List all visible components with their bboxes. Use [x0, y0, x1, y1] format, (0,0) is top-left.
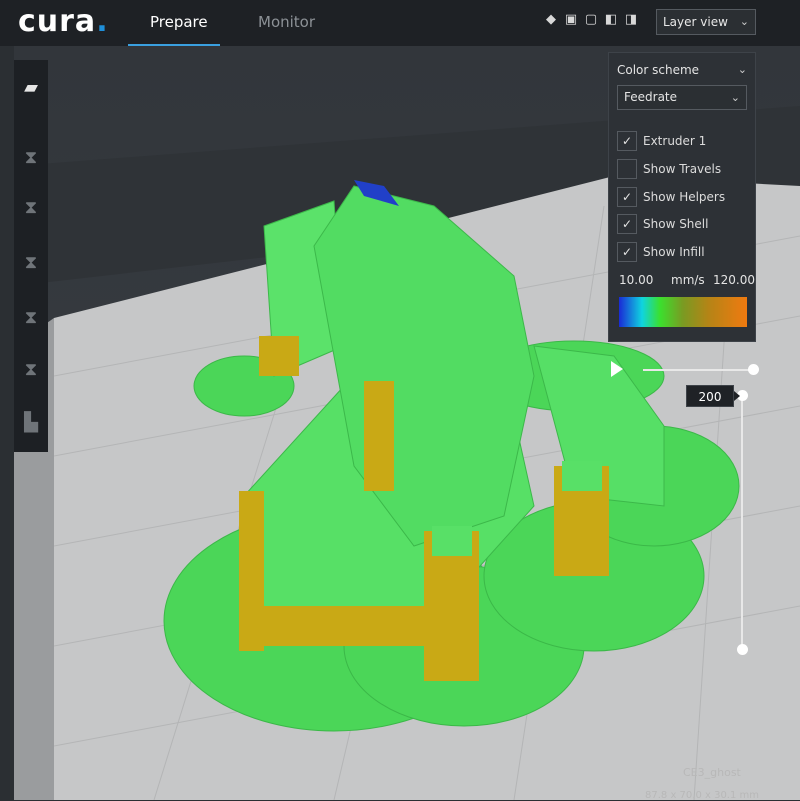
tab-prepare[interactable]: Prepare — [150, 13, 208, 31]
support-blocker-icon[interactable]: ▙ — [14, 405, 48, 439]
checkbox[interactable]: ✓ — [617, 214, 637, 234]
path-slider-handle[interactable] — [748, 364, 759, 375]
camera-view-buttons: ◆ ▣ ▢ ◧ ◨ — [544, 12, 638, 28]
view-mode-dropdown[interactable]: Layer view ⌄ — [656, 9, 756, 35]
cube-front-icon[interactable]: ▣ — [564, 12, 578, 28]
tab-monitor[interactable]: Monitor — [258, 13, 315, 31]
chevron-down-icon: ⌄ — [730, 91, 740, 104]
color-scheme-dropdown[interactable]: Feedrate ⌄ — [617, 85, 747, 110]
folder-icon[interactable]: ▰ — [14, 70, 48, 104]
chevron-down-icon[interactable]: ⌄ — [738, 63, 747, 76]
cura-logo: cura. — [18, 4, 109, 39]
scale-icon[interactable]: ⧗ — [14, 190, 48, 224]
per-model-settings-icon[interactable]: ⧗ — [14, 352, 48, 386]
checkbox[interactable]: ✓ — [617, 187, 637, 207]
checkbox[interactable]: ✓ — [617, 242, 637, 262]
object-dimensions: 87.8 x 70.0 x 30.1 mm — [645, 790, 760, 801]
layer-slider-bottom-handle[interactable] — [737, 644, 748, 655]
cube-right-icon[interactable]: ◨ — [624, 12, 638, 28]
path-slider-track[interactable] — [643, 369, 753, 371]
feedrate-unit: mm/s — [671, 273, 705, 287]
object-name: CE3_ghost — [683, 766, 741, 779]
feedrate-min: 10.00 — [619, 273, 654, 287]
cube-left-icon[interactable]: ◧ — [604, 12, 618, 28]
checkbox[interactable] — [617, 159, 637, 179]
cube-top-icon[interactable]: ▢ — [584, 12, 598, 28]
top-bar: cura. Prepare Monitor ◆ ▣ ▢ ◧ ◨ Layer vi… — [0, 0, 800, 47]
move-icon[interactable]: ⧗ — [14, 140, 48, 174]
checkbox[interactable]: ✓ — [617, 131, 637, 151]
cube-3d-icon[interactable]: ◆ — [544, 12, 558, 28]
rotate-icon[interactable]: ⧗ — [14, 245, 48, 279]
feedrate-color-legend — [619, 297, 747, 327]
mirror-icon[interactable]: ⧗ — [14, 300, 48, 334]
layer-view-panel: Color scheme ⌄ Feedrate ⌄ ✓ Extruder 1 S… — [608, 52, 756, 342]
play-icon[interactable] — [611, 361, 623, 377]
color-scheme-label: Color scheme — [617, 63, 700, 77]
left-edge — [0, 46, 14, 800]
layer-slider-track[interactable] — [741, 396, 743, 650]
left-toolbar: ▰ ⧗ ⧗ ⧗ ⧗ ⧗ ▙ — [14, 60, 48, 452]
chevron-down-icon: ⌄ — [739, 15, 749, 28]
current-layer-badge[interactable]: 200 — [686, 385, 740, 407]
feedrate-max: 120.00 — [713, 273, 755, 287]
